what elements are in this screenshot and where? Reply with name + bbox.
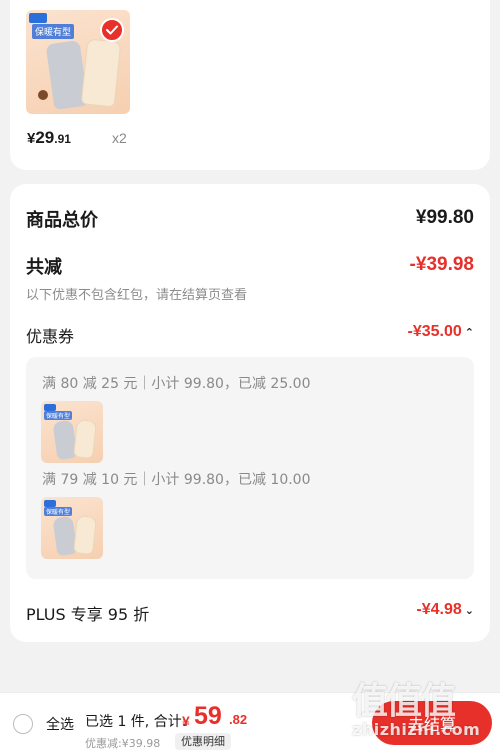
goods-total-label: 商品总价 <box>26 210 98 231</box>
coupon-value: -¥35.00 <box>407 323 462 340</box>
total-discount-value: -¥39.98 <box>409 254 474 275</box>
coupon-1-product-thumbnail: 保暖有型 <box>41 401 103 463</box>
chevron-up-icon: ⌃ <box>464 327 474 339</box>
select-all-radio[interactable] <box>13 714 33 734</box>
coupon-toggle[interactable]: -¥35.00 ⌃ <box>408 323 474 341</box>
coupon-label: 优惠券 <box>26 327 75 346</box>
cart-item-card: 保暖有型 ¥29.91 x2 <box>10 0 490 170</box>
total-symbol: ¥ <box>182 713 190 729</box>
coupon-line-1: 满 80 减 25 元｜小计 99.80，已减 25.00 <box>42 376 311 392</box>
coupon-line-2: 满 79 减 10 元｜小计 99.80，已减 10.00 <box>42 472 311 488</box>
chevron-down-icon: ⌄ <box>464 605 474 617</box>
thumbnail-tagline: 保暖有型 <box>44 507 73 516</box>
plus-discount-toggle[interactable]: -¥4.98 ⌄ <box>416 601 474 619</box>
select-all-label[interactable]: 全选 <box>46 714 74 734</box>
discount-detail-button[interactable]: 优惠明细 <box>175 733 231 750</box>
saved-amount: 优惠减:¥39.98 <box>85 737 161 750</box>
total-discount-label: 共减 <box>26 257 62 278</box>
coupon-details-box: 满 80 减 25 元｜小计 99.80，已减 25.00 保暖有型 满 79 … <box>26 357 474 579</box>
fabric-swatch <box>38 90 48 100</box>
cream-pants-image <box>73 419 97 459</box>
discount-note: 以下优惠不包含红包，请在结算页查看 <box>26 288 248 303</box>
item-selected-check-icon[interactable] <box>100 18 124 42</box>
product-tagline: 保暖有型 <box>32 24 75 39</box>
brand-logo <box>44 500 56 507</box>
brand-logo <box>29 13 47 23</box>
product-price: ¥29.91 <box>27 128 71 148</box>
price-integer: 29 <box>35 128 55 147</box>
total-integer: 59 <box>194 702 222 730</box>
goods-total-value: ¥99.80 <box>415 207 474 228</box>
checkout-button[interactable]: 去结算 <box>372 701 492 745</box>
selected-count: 已选 1 件, 合计: <box>85 714 187 730</box>
cream-pants-image <box>73 515 97 555</box>
cream-pants-image <box>80 38 122 108</box>
thumbnail-tagline: 保暖有型 <box>44 411 73 420</box>
brand-logo <box>44 404 56 411</box>
product-quantity: x2 <box>112 130 127 146</box>
total-decimal: .82 <box>229 712 248 727</box>
plus-discount-value: -¥4.98 <box>416 601 462 618</box>
coupon-2-product-thumbnail: 保暖有型 <box>41 497 103 559</box>
price-decimal: .91 <box>54 132 71 146</box>
plus-discount-label: PLUS 专享 95 折 <box>26 605 150 624</box>
